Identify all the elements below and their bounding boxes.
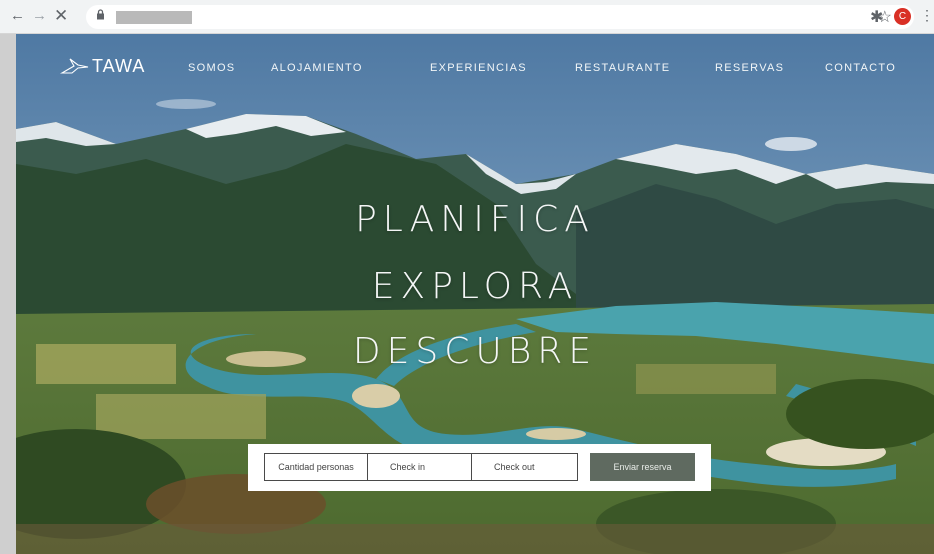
- forward-arrow-icon[interactable]: →: [32, 8, 47, 24]
- site-navigation: TAWA SOMOS ALOJAMIENTO EXPERIENCIAS REST…: [16, 34, 934, 106]
- browser-toolbar: ← → ✕ ☆ ✱ C ⋮: [0, 0, 934, 34]
- lock-icon: [96, 9, 105, 23]
- redacted-url: [116, 11, 192, 24]
- checkin-field[interactable]: Check in: [367, 453, 472, 481]
- bird-logo-icon: [60, 58, 89, 74]
- guests-field[interactable]: Cantidad personas: [264, 453, 368, 481]
- nav-reservas[interactable]: RESERVAS: [715, 62, 784, 74]
- tawa-logo[interactable]: TAWA: [60, 56, 145, 77]
- logo-text: TAWA: [92, 56, 146, 76]
- nav-somos[interactable]: SOMOS: [188, 62, 235, 74]
- profile-avatar[interactable]: C: [894, 8, 911, 25]
- nav-alojamiento[interactable]: ALOJAMIENTO: [271, 62, 363, 74]
- stop-loading-icon[interactable]: ✕: [54, 7, 68, 24]
- nav-contacto[interactable]: CONTACTO: [825, 62, 896, 74]
- back-arrow-icon[interactable]: ←: [10, 8, 25, 24]
- submit-reservation-button[interactable]: Enviar reserva: [590, 453, 695, 481]
- extensions-puzzle-icon[interactable]: ✱: [870, 7, 883, 27]
- hero-heading-line-2: EXPLORA: [371, 266, 579, 307]
- hero-heading-line-1: PLANIFICA: [355, 199, 595, 240]
- booking-form: Cantidad personas Check in Check out Env…: [248, 444, 711, 491]
- website-page: TAWA SOMOS ALOJAMIENTO EXPERIENCIAS REST…: [16, 34, 934, 554]
- address-bar[interactable]: ☆: [86, 5, 914, 29]
- nav-restaurante[interactable]: RESTAURANTE: [575, 62, 670, 74]
- checkout-field[interactable]: Check out: [471, 453, 578, 481]
- nav-experiencias[interactable]: EXPERIENCIAS: [430, 62, 527, 74]
- hero-heading-line-3: DESCUBRE: [352, 331, 598, 372]
- browser-menu-icon[interactable]: ⋮: [920, 7, 934, 24]
